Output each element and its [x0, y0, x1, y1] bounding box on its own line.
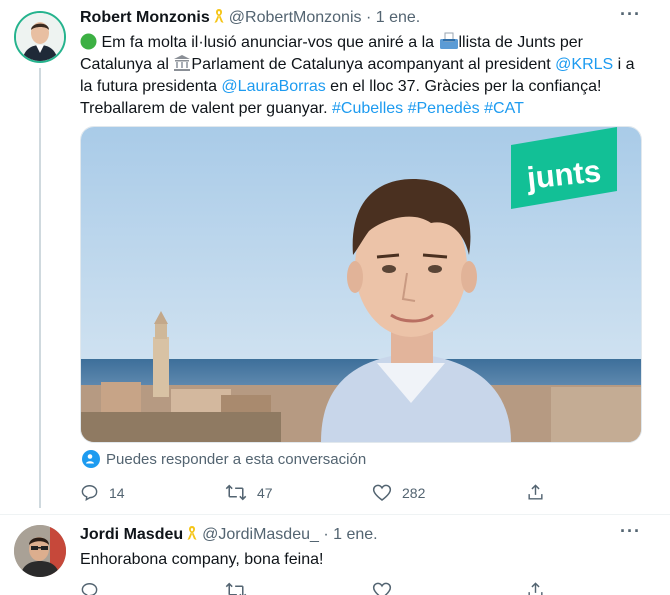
author-name[interactable]: Robert Monzonis [80, 9, 210, 26]
people-icon [82, 450, 100, 468]
tweet-jordi[interactable]: Jordi Masdeu @JordiMasdeu_ · 1 ene. ··· E… [0, 515, 670, 595]
avatar-jordi-image [14, 525, 66, 577]
more-icon[interactable]: ··· [620, 4, 641, 25]
text-part-3: Parlament de Catalunya acompanyant al pr… [191, 56, 556, 73]
ribbon-icon [214, 9, 224, 23]
mention-lauraborras[interactable]: @LauraBorras [221, 78, 325, 95]
retweet-count: 47 [257, 484, 273, 501]
separator: · [365, 9, 372, 26]
junts-logo: junts [525, 153, 603, 196]
share-icon [528, 484, 543, 500]
hashtag-cubelles[interactable]: #Cubelles [332, 100, 403, 117]
tweet-header: Robert Monzonis @RobertMonzonis · 1 ene. [80, 8, 420, 27]
author-handle[interactable]: @RobertMonzonis [229, 9, 362, 26]
retweet-icon[interactable] [225, 581, 247, 595]
like-icon [372, 484, 392, 501]
tweet-text: Em fa molta il·lusió anunciar-vos que an… [80, 32, 640, 120]
ballot-box-emoji [439, 32, 458, 49]
retweet-icon [225, 484, 247, 501]
text-part-1: Em fa molta il·lusió anunciar-vos que an… [97, 34, 439, 51]
reply-icon[interactable] [80, 581, 99, 595]
share-button[interactable] [526, 483, 545, 502]
reply-notice-text: Puedes responder a esta conversación [106, 450, 367, 468]
author-handle[interactable]: @JordiMasdeu_ [202, 526, 319, 543]
reply-button[interactable]: 14 [80, 483, 125, 502]
hashtag-penedes[interactable]: #Penedès [408, 100, 480, 117]
mention-krls[interactable]: @KRLS [555, 56, 613, 73]
tweet-date[interactable]: 1 ene. [376, 9, 420, 26]
hashtag-cat[interactable]: #CAT [484, 100, 524, 117]
retweet-button[interactable]: 47 [225, 483, 273, 502]
ribbon-icon [187, 526, 197, 540]
like-button[interactable]: 282 [372, 483, 425, 502]
thread-connector [39, 68, 41, 508]
avatar-robert-image [16, 13, 64, 61]
tweet-header: Jordi Masdeu @JordiMasdeu_ · 1 ene. [80, 525, 378, 544]
tweet-date[interactable]: 1 ene. [333, 526, 377, 543]
reply-count: 14 [109, 484, 125, 501]
reply-restriction-notice: Puedes responder a esta conversación [82, 450, 366, 468]
reply-icon [81, 485, 98, 501]
tweet-actions: 14 47 282 [80, 483, 550, 505]
avatar-robert[interactable] [14, 11, 66, 63]
more-icon[interactable]: ··· [620, 521, 641, 542]
author-name[interactable]: Jordi Masdeu [80, 526, 183, 543]
like-count: 282 [402, 484, 426, 501]
share-icon[interactable] [526, 581, 545, 595]
classical-building-emoji [174, 55, 191, 71]
separator: · [323, 526, 329, 543]
tweet-text: Enhorabona company, bona feina! [80, 551, 324, 568]
tweet-robert[interactable]: Robert Monzonis @RobertMonzonis · 1 ene. … [0, 0, 670, 514]
like-icon[interactable] [372, 581, 392, 595]
avatar-jordi[interactable] [14, 525, 66, 577]
tweet-media-photo[interactable]: junts [80, 126, 642, 443]
tweet-actions-partial [80, 581, 550, 595]
green-circle-emoji [80, 33, 97, 50]
